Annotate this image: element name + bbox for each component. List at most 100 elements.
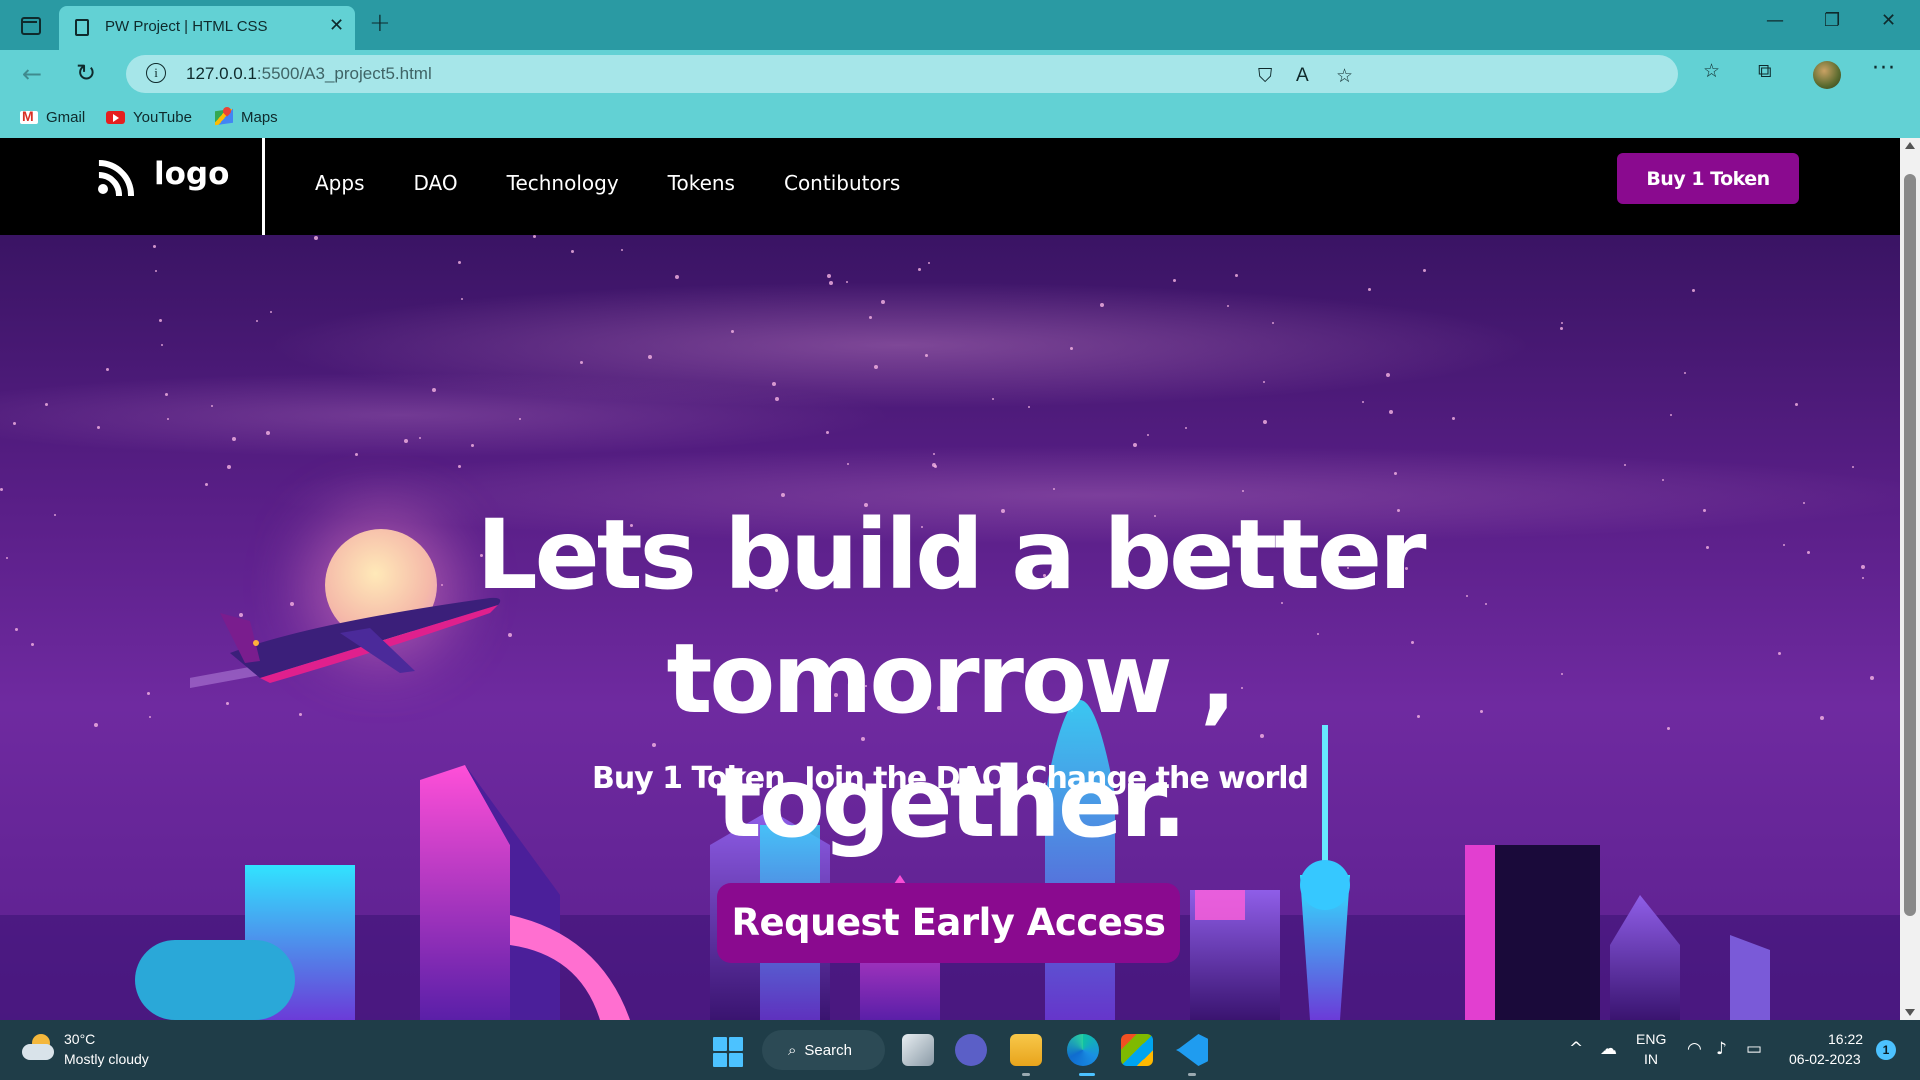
star — [0, 488, 3, 491]
star — [232, 437, 236, 441]
star — [1263, 420, 1267, 424]
tab-close-icon[interactable]: ✕ — [329, 15, 344, 36]
browser-tab[interactable]: PW Project | HTML CSS ✕ — [59, 6, 355, 50]
bookmark-label: Maps — [241, 108, 278, 126]
minimize-button[interactable]: — — [1766, 10, 1784, 31]
scroll-up-icon[interactable] — [1905, 142, 1915, 149]
microsoft-store-icon[interactable] — [1121, 1034, 1153, 1066]
file-explorer-icon[interactable] — [1010, 1034, 1042, 1066]
close-window-button[interactable]: ✕ — [1881, 10, 1896, 31]
info-icon[interactable]: i — [146, 63, 166, 83]
edge-browser-icon[interactable] — [1067, 1034, 1099, 1066]
page-scrollbar[interactable] — [1900, 138, 1920, 1020]
star — [1100, 303, 1104, 307]
language-region[interactable]: IN — [1644, 1051, 1658, 1067]
star — [167, 418, 169, 420]
new-tab-button[interactable]: + — [369, 8, 391, 38]
back-icon[interactable]: ← — [22, 60, 42, 88]
vscode-running-indicator — [1188, 1073, 1196, 1076]
star — [404, 439, 408, 443]
bookmark-gmail[interactable]: Gmail — [20, 106, 85, 128]
nav-link-tokens[interactable]: Tokens — [668, 171, 735, 195]
star — [432, 388, 436, 392]
tray-chevron-icon[interactable]: ^ — [1569, 1039, 1583, 1059]
star — [1185, 427, 1187, 429]
bookmark-youtube[interactable]: YouTube — [106, 106, 192, 128]
bookmark-maps[interactable]: Maps — [215, 106, 278, 128]
nav-link-dao[interactable]: DAO — [414, 171, 458, 195]
nav-link-contributors[interactable]: Contibutors — [784, 171, 900, 195]
favorites-icon[interactable]: ☆ — [1703, 60, 1720, 82]
read-aloud-icon[interactable]: A — [1296, 65, 1309, 87]
star — [925, 354, 928, 357]
clock-time[interactable]: 16:22 — [1828, 1031, 1863, 1047]
request-early-access-button[interactable]: Request Early Access — [717, 883, 1180, 963]
collections-icon[interactable]: ⧉ — [1758, 60, 1772, 82]
onedrive-cloud-icon[interactable]: ☁ — [1600, 1039, 1617, 1059]
battery-icon[interactable]: ▭ — [1746, 1039, 1762, 1059]
volume-icon[interactable]: ♪ — [1716, 1039, 1727, 1059]
taskbar-search[interactable]: ⌕ Search — [762, 1030, 885, 1070]
star — [775, 397, 779, 401]
star — [227, 465, 231, 469]
star — [829, 281, 833, 285]
scroll-thumb[interactable] — [1904, 174, 1916, 916]
star — [874, 365, 878, 369]
tracking-prevention-icon[interactable]: ⛉ — [1258, 65, 1272, 87]
teams-chat-icon[interactable] — [955, 1034, 987, 1066]
bookmark-label: YouTube — [133, 108, 192, 126]
hero-title-line-1: Lets build a better — [476, 499, 1426, 611]
maps-icon — [215, 108, 233, 126]
profile-avatar[interactable] — [1813, 61, 1841, 89]
site-logo[interactable]: logo — [98, 152, 229, 196]
star — [928, 262, 930, 264]
star — [97, 426, 100, 429]
star — [847, 463, 849, 465]
star — [314, 236, 318, 240]
weather-cloud-icon[interactable] — [22, 1034, 56, 1062]
star — [648, 355, 652, 359]
hero-title-line-2: tomorrow , — [666, 623, 1236, 735]
gmail-icon — [20, 108, 38, 124]
sidebar-icon[interactable] — [18, 13, 42, 37]
star — [266, 431, 270, 435]
hero-section: Lets build a better tomorrow , together.… — [0, 235, 1900, 1020]
star — [1795, 403, 1798, 406]
url-input[interactable]: i 127.0.0.1:5500/A3_project5.html ⛉ A ☆ — [126, 55, 1678, 93]
star — [881, 300, 885, 304]
star — [270, 311, 272, 313]
start-button[interactable] — [713, 1037, 743, 1067]
star — [675, 275, 679, 279]
star — [13, 422, 16, 425]
vscode-icon[interactable] — [1176, 1034, 1208, 1066]
star — [1423, 269, 1426, 272]
notification-badge[interactable]: 1 — [1876, 1040, 1896, 1060]
star — [1053, 488, 1055, 490]
browser-tab-bar: PW Project | HTML CSS ✕ + — ❐ ✕ — [0, 0, 1920, 50]
buy-token-button[interactable]: Buy 1 Token — [1617, 153, 1799, 204]
nav-divider — [262, 138, 265, 235]
star — [1394, 472, 1397, 475]
task-view-icon[interactable] — [902, 1034, 934, 1066]
more-icon[interactable]: ··· — [1872, 56, 1896, 81]
nav-link-technology[interactable]: Technology — [507, 171, 619, 195]
wifi-icon[interactable]: ◠ — [1687, 1039, 1702, 1059]
star — [827, 274, 831, 278]
restore-button[interactable]: ❐ — [1824, 10, 1840, 31]
star — [1389, 410, 1393, 414]
clock-date[interactable]: 06-02-2023 — [1789, 1051, 1861, 1067]
star — [419, 437, 421, 439]
add-favorite-icon[interactable]: ☆ — [1336, 65, 1353, 87]
star — [1028, 406, 1030, 408]
reload-icon[interactable]: ↻ — [76, 59, 96, 87]
star — [1070, 347, 1073, 350]
star — [1852, 466, 1854, 468]
logo-wave-icon — [98, 152, 140, 196]
nav-link-apps[interactable]: Apps — [315, 171, 365, 195]
star — [1662, 479, 1664, 481]
star — [934, 465, 937, 468]
scroll-down-icon[interactable] — [1905, 1009, 1915, 1016]
language-code[interactable]: ENG — [1636, 1031, 1666, 1047]
star — [772, 382, 776, 386]
page-icon — [75, 19, 89, 36]
